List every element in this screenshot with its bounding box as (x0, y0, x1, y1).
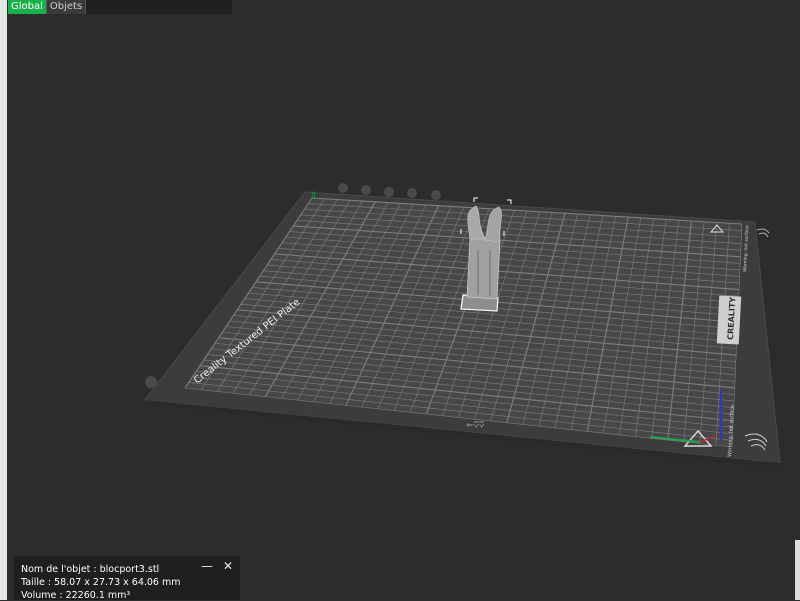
plate-toolbar-btn-5[interactable] (431, 190, 441, 200)
object-volume: Volume : 22260.1 mm³ (21, 590, 131, 601)
minimize-icon[interactable]: — (200, 559, 214, 573)
plate-toolbar-btn-2[interactable] (361, 185, 371, 195)
plate-toolbar-btn-3[interactable] (384, 187, 394, 197)
plate-corner-icon (145, 376, 157, 388)
object-name: Nom de l'objet : blocport3.stl (21, 564, 160, 575)
right-panel-edge (795, 540, 800, 600)
close-icon[interactable]: ✕ (221, 559, 235, 573)
plate-front-logo: ⇐⩢⩢ (466, 421, 485, 431)
fingerprint-icon-top (756, 228, 770, 238)
object-info-panel: — ✕ Nom de l'objet : blocport3.stl Taill… (14, 556, 240, 601)
plate-toolbar-btn-4[interactable] (407, 188, 417, 198)
plate-green-marker: || (311, 191, 316, 199)
object-size: Taille : 58.07 x 27.73 x 64.06 mm (21, 577, 181, 588)
3d-viewport[interactable]: || Creality Textured PEI Plate CREALITY … (0, 0, 800, 600)
plate-toolbar-btn-1[interactable] (338, 183, 348, 193)
